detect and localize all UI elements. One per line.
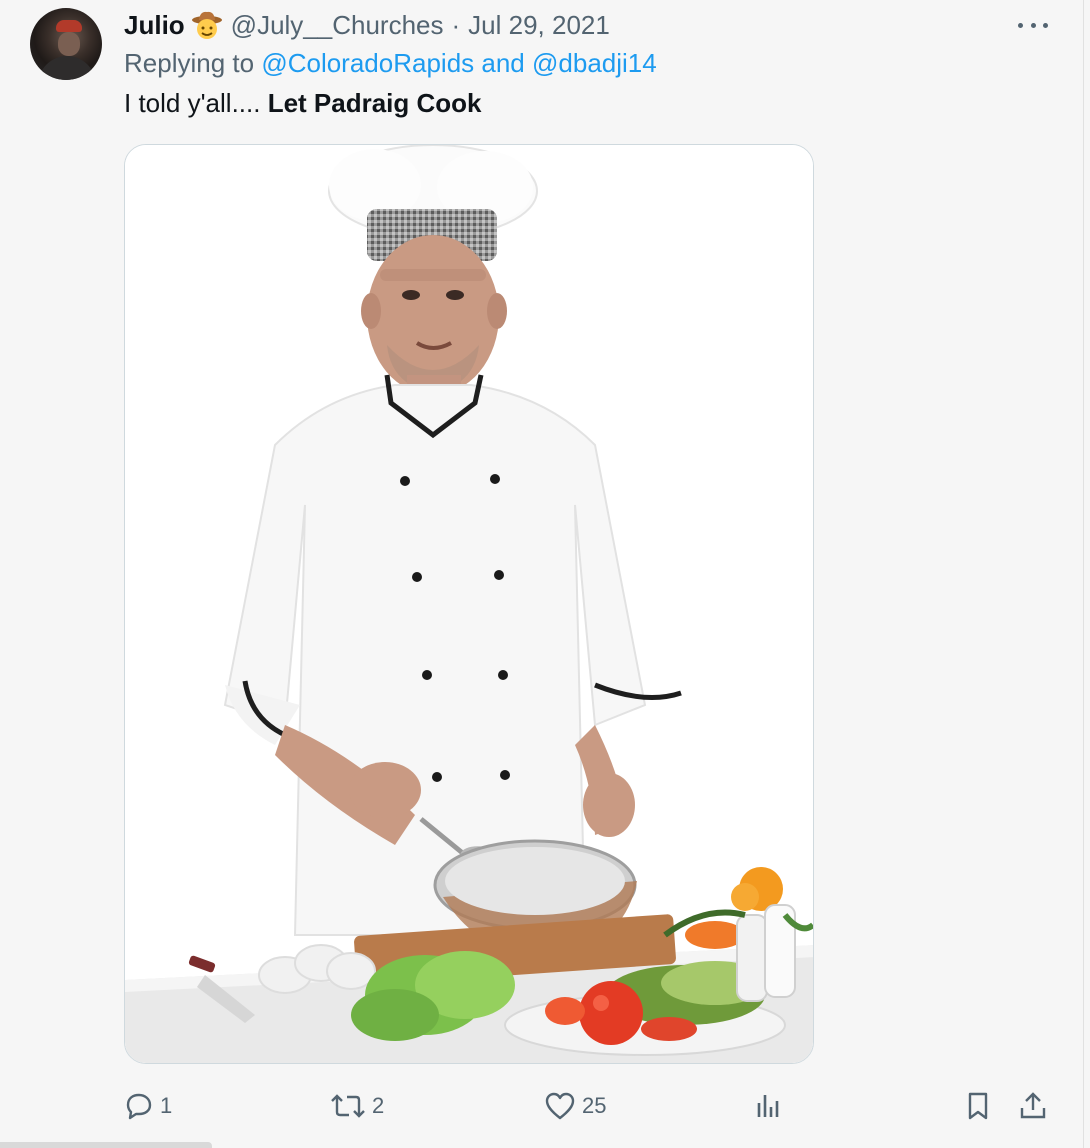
tweet-text-plain: I told y'all.... bbox=[124, 88, 268, 118]
tweet-header: Julio @July__Churches · Jul 29, 2021 bbox=[124, 8, 610, 42]
avatar-face bbox=[58, 32, 80, 56]
display-name[interactable]: Julio bbox=[124, 10, 185, 41]
mention-dbadji14[interactable]: @dbadji14 bbox=[532, 48, 657, 78]
share-button[interactable] bbox=[1018, 1084, 1054, 1128]
replying-to-line: Replying to @ColoradoRapids and @dbadji1… bbox=[124, 48, 657, 79]
bookmark-icon bbox=[968, 1092, 988, 1120]
cowboy-hat-face-icon bbox=[191, 9, 223, 41]
retweet-button[interactable]: 2 bbox=[330, 1084, 384, 1128]
right-divider bbox=[1083, 0, 1084, 1148]
avatar-body bbox=[38, 56, 96, 80]
tweet-page: Julio @July__Churches · Jul 29, 2021 Rep… bbox=[0, 0, 1090, 1148]
views-icon bbox=[757, 1095, 779, 1117]
tweet-text: I told y'all.... Let Padraig Cook bbox=[124, 88, 482, 119]
reply-prefix: Replying to bbox=[124, 48, 255, 78]
tweet-date[interactable]: Jul 29, 2021 bbox=[468, 10, 610, 41]
reply-button[interactable]: 1 bbox=[124, 1084, 172, 1128]
chef-photo bbox=[125, 145, 813, 1063]
like-count: 25 bbox=[582, 1093, 607, 1118]
reply-and: and bbox=[481, 48, 525, 78]
avatar-cap bbox=[56, 20, 82, 32]
tweet-media-image[interactable] bbox=[124, 144, 814, 1064]
more-options-icon[interactable] bbox=[1018, 20, 1048, 30]
retweet-count: 2 bbox=[372, 1093, 385, 1118]
like-icon bbox=[545, 1092, 575, 1120]
reply-icon bbox=[126, 1093, 152, 1120]
avatar[interactable] bbox=[30, 8, 102, 80]
tweet-actions: 1 2 25 bbox=[0, 1084, 1090, 1128]
separator-dot: · bbox=[451, 9, 461, 40]
retweet-icon bbox=[331, 1094, 365, 1118]
bottom-scrollbar[interactable] bbox=[0, 1142, 212, 1148]
bookmark-button[interactable] bbox=[964, 1084, 998, 1128]
like-button[interactable]: 25 bbox=[544, 1084, 606, 1128]
user-handle[interactable]: @July__Churches bbox=[231, 10, 444, 41]
tweet-text-bold: Let Padraig Cook bbox=[267, 88, 482, 118]
share-icon bbox=[1020, 1092, 1046, 1119]
mention-colorado-rapids[interactable]: @ColoradoRapids bbox=[261, 48, 474, 78]
views-button[interactable] bbox=[754, 1084, 788, 1128]
reply-count: 1 bbox=[160, 1093, 173, 1118]
